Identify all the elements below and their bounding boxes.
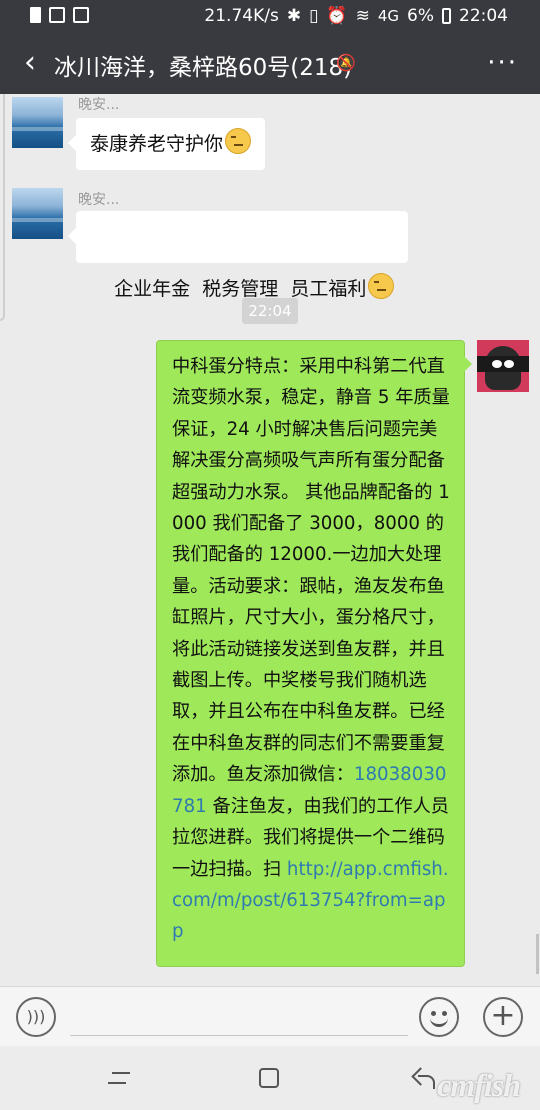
- sender-name: 晚安...: [78, 192, 120, 208]
- recent-apps-icon[interactable]: [108, 1068, 130, 1088]
- my-message-bubble[interactable]: 中科蛋分特点：采用中科第二代直流变频水泵，稳定，静音 5 年质量保证，24 小时…: [156, 340, 472, 967]
- clock: 22:04: [459, 6, 508, 26]
- status-bar: 21.74K/s ✱ ▯ ⏰ ≋ 4G 6% 22:04: [0, 0, 540, 34]
- app-icon: [73, 7, 89, 23]
- battery-icon: [442, 8, 451, 24]
- status-right: 21.74K/s ✱ ▯ ⏰ ≋ 4G 6% 22:04: [204, 6, 508, 26]
- plus-icon[interactable]: +: [483, 997, 523, 1037]
- avatar[interactable]: [12, 188, 63, 239]
- my-avatar[interactable]: [477, 340, 529, 392]
- message-list[interactable]: 晚安... 泰康养老守护你 晚安... 企业年金 税务管理 员工福利 22:04…: [0, 94, 540, 986]
- emoji-eye: [431, 1011, 436, 1016]
- wifi-icon: ≋: [355, 6, 370, 26]
- more-options-button[interactable]: ···: [487, 48, 518, 78]
- emoji-mouth: [430, 1018, 448, 1027]
- bluetooth-icon: ✱: [286, 6, 302, 26]
- input-bar: ))) +: [0, 986, 540, 1047]
- ninja-band: [477, 356, 529, 372]
- mute-bell-icon: 🔕: [336, 53, 356, 72]
- smirk-emoji-icon: [225, 128, 252, 154]
- network-speed: 21.74K/s: [204, 6, 279, 26]
- chat-header: ‹ 冰川海洋，桑梓路60号(218) 🔕 ···: [0, 34, 540, 94]
- smirk-emoji-icon: [368, 273, 395, 299]
- battery-percent: 6%: [407, 6, 434, 26]
- alert-icon: [30, 7, 41, 23]
- message-bubble[interactable]: 泰康养老守护你: [67, 118, 266, 170]
- back-icon[interactable]: [412, 1066, 435, 1089]
- message-text: 企业年金 税务管理 员工福利: [114, 278, 367, 300]
- scrollbar[interactable]: [536, 934, 539, 974]
- emoji-icon[interactable]: [419, 997, 459, 1037]
- emoji-eye: [442, 1011, 447, 1016]
- avatar[interactable]: [12, 97, 63, 148]
- notification-icons: [30, 7, 89, 23]
- watermark-logo: cmfish: [437, 1067, 521, 1103]
- message-text: 中科蛋分特点：采用中科第二代直流变频水泵，稳定，静音 5 年质量保证，24 小时…: [172, 356, 450, 786]
- time-divider: 22:04: [242, 298, 298, 324]
- message-text: 泰康养老守护你: [90, 133, 224, 155]
- network-type: 4G: [377, 7, 400, 25]
- message-input[interactable]: [70, 1005, 408, 1036]
- divider-line: [0, 94, 5, 321]
- back-arrow-icon[interactable]: ‹: [14, 48, 46, 80]
- chat-title: 冰川海洋，桑梓路60号(218): [54, 55, 353, 81]
- message-bubble[interactable]: 企业年金 税务管理 员工福利: [67, 211, 409, 300]
- vibrate-icon: ▯: [309, 6, 319, 26]
- alarm-icon: ⏰: [326, 6, 348, 26]
- home-icon[interactable]: [259, 1068, 279, 1088]
- ninja-eye: [504, 360, 514, 368]
- voice-icon[interactable]: ))): [16, 997, 56, 1037]
- ninja-eye: [492, 360, 502, 368]
- image-icon: [49, 7, 65, 23]
- sender-name: 晚安...: [78, 97, 120, 113]
